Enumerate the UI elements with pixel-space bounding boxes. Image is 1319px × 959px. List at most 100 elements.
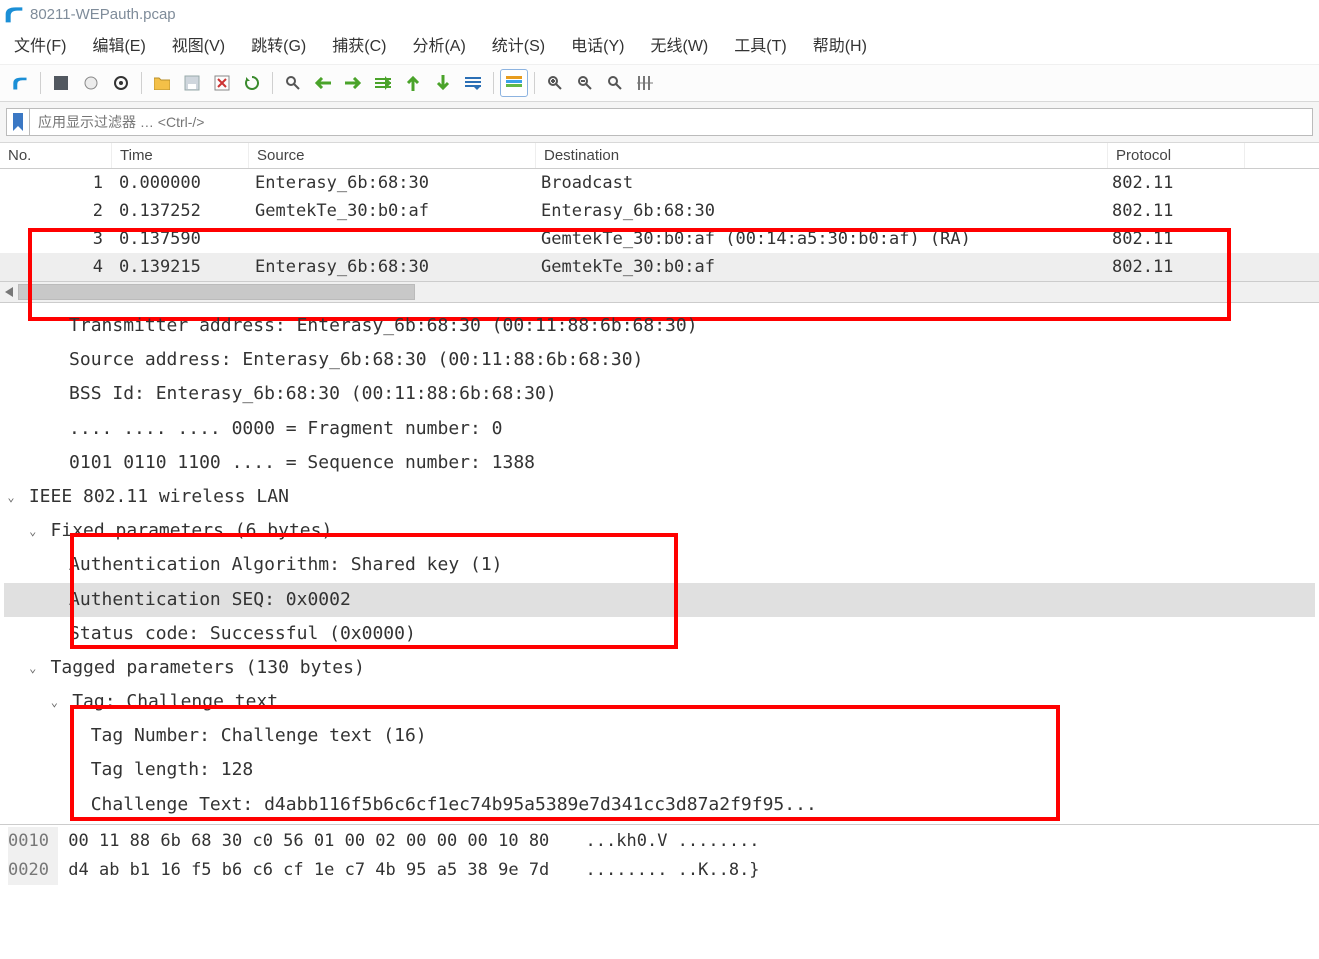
hex-row[interactable]: 0020 d4 ab b1 16 f5 b6 c6 cf 1e c7 4b 95… [8, 856, 1311, 885]
zoom-reset-button[interactable] [601, 69, 629, 97]
menu-help[interactable]: 帮助(H) [813, 32, 867, 56]
hex-view[interactable]: 0010 00 11 88 6b 68 30 c0 56 01 00 02 00… [0, 825, 1319, 887]
chevron-down-icon[interactable]: ⌄ [26, 657, 40, 680]
menu-tools[interactable]: 工具(T) [734, 32, 786, 56]
colorize-button[interactable] [500, 69, 528, 97]
packet-list: No. Time Source Destination Protocol 1 0… [0, 143, 1319, 303]
detail-text: Fixed parameters (6 bytes) [51, 520, 333, 541]
cell-time: 0.137590 [111, 225, 247, 253]
detail-line[interactable]: ⌄ Fixed parameters (6 bytes) [4, 514, 1315, 548]
scrollbar-thumb[interactable] [18, 284, 415, 300]
detail-line[interactable]: Authentication SEQ: 0x0002 [4, 583, 1315, 617]
menu-go[interactable]: 跳转(G) [251, 32, 306, 56]
hex-offset: 0010 [8, 827, 58, 856]
zoom-in-button[interactable] [541, 69, 569, 97]
packet-row[interactable]: 4 0.139215 Enterasy_6b:68:30 GemtekTe_30… [0, 253, 1319, 281]
resize-columns-button[interactable] [631, 69, 659, 97]
detail-text: Authentication Algorithm: Shared key (1) [69, 554, 502, 575]
cell-no: 1 [0, 169, 111, 197]
cell-protocol: 802.11 [1104, 169, 1240, 197]
chevron-down-icon[interactable]: ⌄ [26, 520, 40, 543]
find-button[interactable] [279, 69, 307, 97]
detail-text: Tag: Challenge text [72, 691, 278, 712]
detail-line[interactable]: ⌄ IEEE 802.11 wireless LAN [4, 480, 1315, 514]
detail-text: Tag Number: Challenge text (16) [91, 725, 427, 746]
reload-button[interactable] [238, 69, 266, 97]
detail-text: Status code: Successful (0x0000) [69, 623, 416, 644]
title-bar: 80211-WEPauth.pcap [0, 0, 1319, 26]
packet-row[interactable]: 1 0.000000 Enterasy_6b:68:30 Broadcast 8… [0, 169, 1319, 197]
stop-capture-button[interactable] [47, 69, 75, 97]
menu-file[interactable]: 文件(F) [14, 32, 66, 56]
hex-ascii: ...kh0.V ........ [586, 827, 760, 856]
cell-protocol: 802.11 [1104, 253, 1240, 281]
scroll-left-icon[interactable] [0, 282, 18, 302]
detail-text: Tag length: 128 [91, 759, 254, 780]
window-title: 80211-WEPauth.pcap [30, 6, 176, 23]
close-file-button[interactable] [208, 69, 236, 97]
chevron-down-icon[interactable]: ⌄ [4, 486, 18, 509]
cell-protocol: 802.11 [1104, 197, 1240, 225]
cell-destination: Enterasy_6b:68:30 [533, 197, 1104, 225]
cell-no: 2 [0, 197, 111, 225]
capture-options-button[interactable] [107, 69, 135, 97]
cell-protocol: 802.11 [1104, 225, 1240, 253]
column-header-destination[interactable]: Destination [536, 143, 1108, 168]
detail-line[interactable]: Source address: Enterasy_6b:68:30 (00:11… [4, 343, 1315, 377]
cell-source [247, 225, 533, 253]
menu-wireless[interactable]: 无线(W) [650, 32, 708, 56]
packet-row[interactable]: 2 0.137252 GemtekTe_30:b0:af Enterasy_6b… [0, 197, 1319, 225]
menu-statistics[interactable]: 统计(S) [492, 32, 545, 56]
column-header-no[interactable]: No. [0, 143, 112, 168]
detail-line[interactable]: Challenge Text: d4abb116f5b6c6cf1ec74b95… [4, 788, 1315, 822]
restart-capture-button[interactable] [77, 69, 105, 97]
detail-text: IEEE 802.11 wireless LAN [29, 486, 289, 507]
start-capture-button[interactable] [6, 69, 34, 97]
detail-text: Tagged parameters (130 bytes) [51, 657, 365, 678]
menu-capture[interactable]: 捕获(C) [332, 32, 386, 56]
cell-no: 3 [0, 225, 111, 253]
go-back-button[interactable] [309, 69, 337, 97]
cell-source: Enterasy_6b:68:30 [247, 169, 533, 197]
hex-bytes: 00 11 88 6b 68 30 c0 56 01 00 02 00 00 0… [68, 827, 549, 856]
detail-line[interactable]: Tag Number: Challenge text (16) [4, 719, 1315, 753]
column-header-time[interactable]: Time [112, 143, 249, 168]
packet-list-header: No. Time Source Destination Protocol [0, 143, 1319, 169]
packet-row[interactable]: 3 0.137590 GemtekTe_30:b0:af (00:14:a5:3… [0, 225, 1319, 253]
open-file-button[interactable] [148, 69, 176, 97]
auto-scroll-button[interactable] [459, 69, 487, 97]
chevron-down-icon[interactable]: ⌄ [47, 691, 61, 714]
go-first-button[interactable] [399, 69, 427, 97]
detail-line[interactable]: ⌄ Tag: Challenge text [4, 685, 1315, 719]
column-header-source[interactable]: Source [249, 143, 536, 168]
menu-view[interactable]: 视图(V) [172, 32, 225, 56]
detail-line[interactable]: Transmitter address: Enterasy_6b:68:30 (… [4, 309, 1315, 343]
detail-line[interactable]: Authentication Algorithm: Shared key (1) [4, 548, 1315, 582]
detail-line[interactable]: .... .... .... 0000 = Fragment number: 0 [4, 412, 1315, 446]
go-to-packet-button[interactable] [369, 69, 397, 97]
cell-destination: GemtekTe_30:b0:af [533, 253, 1104, 281]
display-filter-input[interactable] [29, 108, 1313, 136]
save-file-button[interactable] [178, 69, 206, 97]
menu-analyze[interactable]: 分析(A) [412, 32, 465, 56]
hex-row[interactable]: 0010 00 11 88 6b 68 30 c0 56 01 00 02 00… [8, 827, 1311, 856]
detail-line[interactable]: Status code: Successful (0x0000) [4, 617, 1315, 651]
detail-line[interactable]: ⌄ Tagged parameters (130 bytes) [4, 651, 1315, 685]
detail-line[interactable]: BSS Id: Enterasy_6b:68:30 (00:11:88:6b:6… [4, 377, 1315, 411]
packet-details[interactable]: Transmitter address: Enterasy_6b:68:30 (… [0, 303, 1319, 825]
detail-line[interactable]: Tag length: 128 [4, 753, 1315, 787]
go-forward-button[interactable] [339, 69, 367, 97]
detail-line[interactable]: 0101 0110 1100 .... = Sequence number: 1… [4, 446, 1315, 480]
toolbar [0, 65, 1319, 102]
cell-time: 0.137252 [111, 197, 247, 225]
filter-bar [0, 102, 1319, 143]
bookmark-icon[interactable] [6, 108, 29, 136]
menu-telephony[interactable]: 电话(Y) [571, 32, 624, 56]
detail-text: Authentication SEQ: 0x0002 [69, 589, 351, 610]
zoom-out-button[interactable] [571, 69, 599, 97]
go-last-button[interactable] [429, 69, 457, 97]
horizontal-scrollbar[interactable] [0, 281, 1319, 302]
column-header-protocol[interactable]: Protocol [1108, 143, 1245, 168]
cell-time: 0.000000 [111, 169, 247, 197]
menu-edit[interactable]: 编辑(E) [92, 32, 145, 56]
